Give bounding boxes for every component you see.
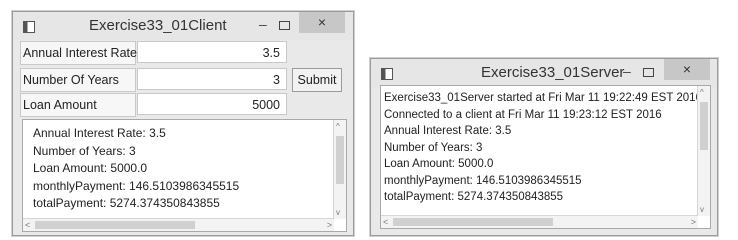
client-title-bar[interactable]: Exercise33_01Client – ×	[13, 12, 353, 40]
minimize-icon[interactable]: –	[623, 63, 631, 79]
number-of-years-field[interactable]: 3	[137, 68, 287, 90]
maximize-icon[interactable]	[279, 21, 290, 30]
maximize-icon[interactable]	[643, 68, 654, 77]
log-line: Connected to a client at Fri Mar 11 19:2…	[384, 108, 662, 121]
output-line: Annual Interest Rate: 3.5	[33, 126, 166, 140]
scroll-thumb[interactable]	[700, 102, 708, 150]
annual-interest-rate-field[interactable]: 3.5	[137, 41, 287, 63]
close-button[interactable]: ×	[664, 59, 710, 80]
scroll-left-icon[interactable]: <	[25, 220, 30, 230]
log-line: Loan Amount: 5000.0	[384, 158, 494, 170]
log-line: Annual Interest Rate: 3.5	[384, 125, 512, 137]
close-button[interactable]: ×	[299, 12, 345, 33]
client-output-area[interactable]: Annual Interest Rate: 3.5 Number of Year…	[22, 119, 347, 232]
scroll-down-icon[interactable]: v	[700, 206, 704, 214]
server-window-title: Exercise33_01Server	[481, 64, 625, 81]
scroll-thumb[interactable]	[393, 218, 553, 226]
vertical-scrollbar[interactable]: ^ v	[697, 86, 710, 216]
output-line: Number of Years: 3	[33, 143, 136, 158]
scroll-right-icon[interactable]: >	[691, 217, 696, 227]
app-icon	[23, 21, 35, 33]
loan-amount-field[interactable]: 5000	[137, 93, 287, 115]
horizontal-scrollbar[interactable]: < >	[23, 218, 334, 231]
output-line: monthlyPayment: 146.5103986345515	[33, 178, 240, 193]
annual-interest-rate-label: Annual Interest Rate	[20, 41, 137, 65]
scroll-down-icon[interactable]: v	[336, 209, 340, 217]
output-line: Loan Amount: 5000.0	[33, 161, 148, 175]
horizontal-scrollbar[interactable]: < >	[381, 215, 698, 228]
scroll-left-icon[interactable]: <	[383, 217, 388, 227]
log-line: monthlyPayment: 146.5103986345515	[384, 174, 582, 187]
scroll-thumb[interactable]	[336, 136, 344, 184]
server-log-area[interactable]: Exercise33_01Server started at Fri Mar 1…	[380, 85, 711, 229]
scroll-up-icon[interactable]: ^	[700, 89, 704, 97]
number-of-years-label: Number Of Years	[20, 68, 136, 92]
server-title-bar[interactable]: Exercise33_01Server – ×	[371, 59, 717, 87]
log-line: totalPayment: 5274.374350843855	[384, 191, 564, 203]
loan-amount-label: Loan Amount	[20, 93, 136, 117]
client-window-title: Exercise33_01Client	[89, 17, 227, 34]
scroll-right-icon[interactable]: >	[327, 220, 332, 230]
output-line: totalPayment: 5274.374350843855	[33, 196, 220, 210]
client-window: Exercise33_01Client – × Annual Interest …	[12, 11, 354, 236]
scroll-thumb[interactable]	[35, 221, 195, 229]
scroll-up-icon[interactable]: ^	[336, 123, 340, 131]
minimize-icon[interactable]: –	[259, 16, 267, 32]
client-output-text: Annual Interest Rate: 3.5 Number of Year…	[33, 125, 239, 213]
server-window: Exercise33_01Server – × Exercise33_01Ser…	[370, 58, 718, 236]
vertical-scrollbar[interactable]: ^ v	[333, 120, 346, 219]
log-line: Number of Years: 3	[384, 141, 483, 154]
log-line: Exercise33_01Server started at Fri Mar 1…	[384, 92, 702, 104]
server-log-text: Exercise33_01Server started at Fri Mar 1…	[384, 90, 702, 206]
submit-button[interactable]: Submit	[292, 68, 342, 92]
app-icon	[381, 68, 393, 80]
